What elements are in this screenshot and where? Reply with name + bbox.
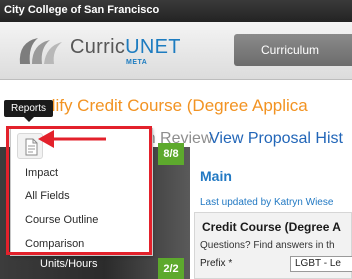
prefix-label: Prefix * [200,258,233,269]
section-heading: Main [200,168,232,184]
page-title: dify Credit Course (Degree Applica [46,96,308,115]
logo-subtitle: META [126,59,148,66]
help-text: Questions? Find answers in th [200,240,335,251]
arrow-left-icon [38,130,106,148]
card-title: Credit Course (Degree A [202,220,341,234]
curricunet-logo-icon [19,38,62,64]
logo-wordmark: CurricUNET [70,36,181,58]
view-proposal-history-link[interactable]: View Proposal Hist [209,130,343,148]
last-updated-text: Last updated by Katryn Wiese [200,197,334,208]
app-header: CurricUNET META Curriculum [0,22,352,80]
reports-tooltip: Reports [4,100,54,117]
college-name: City College of San Francisco [4,4,160,16]
curriculum-nav-button[interactable]: Curriculum [234,34,352,66]
tooltip-pointer [24,117,34,122]
sidebar-item-units-hours[interactable]: Units/Hours [40,258,97,270]
top-bar: City College of San Francisco [0,0,352,22]
prefix-select[interactable]: LGBT - Le [290,256,352,272]
status-badge-units: 2/2 [158,258,184,279]
